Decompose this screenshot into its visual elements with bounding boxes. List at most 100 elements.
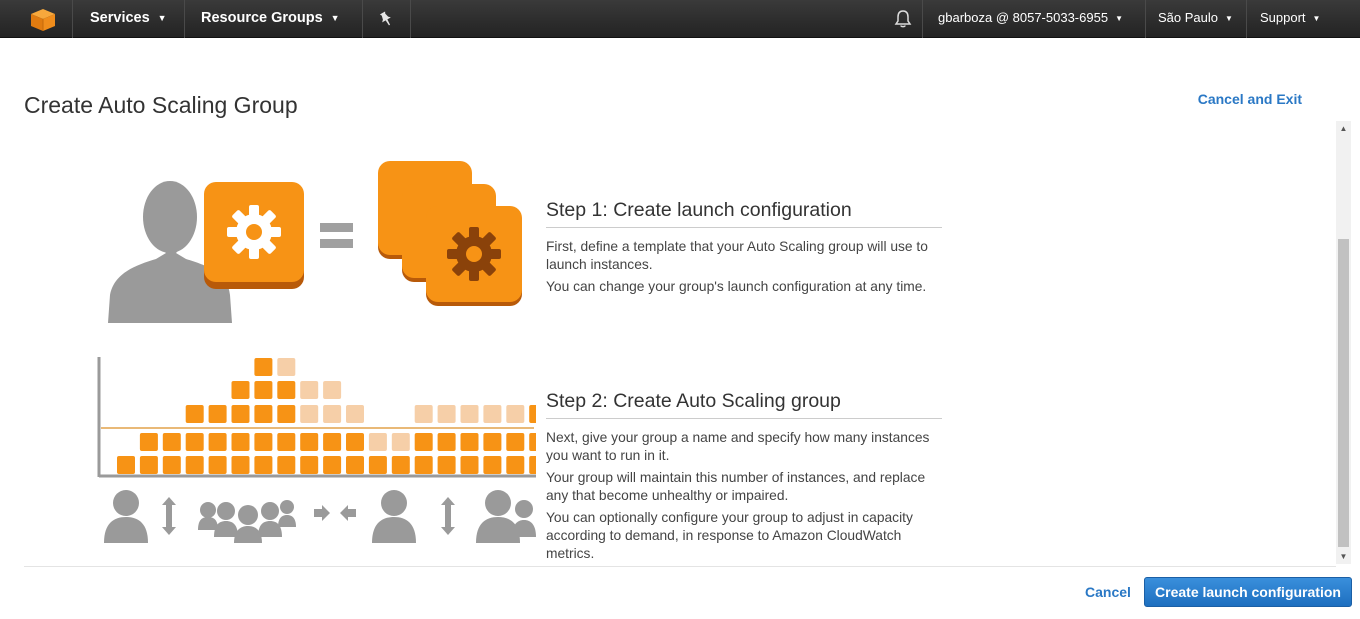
instance-block (254, 358, 273, 376)
cancel-button[interactable]: Cancel (1085, 584, 1131, 600)
instance-block (231, 456, 250, 474)
instance-block (483, 405, 502, 423)
instance-block (162, 456, 181, 474)
instance-block (437, 456, 456, 474)
instance-block (368, 433, 387, 451)
resource-groups-label: Resource Groups (201, 10, 323, 26)
step-2-heading: Step 2: Create Auto Scaling group (546, 390, 942, 419)
chevron-down-icon: ▼ (1312, 14, 1321, 23)
instance-block (414, 433, 433, 451)
instance-block (277, 358, 296, 376)
instance-block (346, 405, 364, 423)
instance-block (185, 456, 204, 474)
nav-divider (1246, 0, 1247, 38)
instance-block (483, 456, 502, 474)
instance-block (139, 433, 158, 451)
instance-block (117, 456, 135, 474)
instance-block (208, 405, 227, 423)
instance-block (300, 405, 319, 423)
gear-icon (227, 205, 281, 259)
instance-block (346, 456, 364, 474)
instance-block (277, 405, 296, 423)
capacity-chart-icon (97, 357, 536, 478)
create-launch-configuration-button[interactable]: Create launch configuration (1144, 577, 1352, 607)
instance-block (529, 405, 536, 423)
instance-block (346, 433, 364, 451)
nav-divider (410, 0, 411, 38)
chevron-down-icon: ▼ (1225, 14, 1233, 23)
instance-block (231, 433, 250, 451)
services-menu[interactable]: Services ▼ (90, 0, 167, 38)
vertical-scrollbar[interactable]: ▲ ▼ (1336, 121, 1351, 564)
instance-block (506, 433, 525, 451)
instance-block (483, 433, 502, 451)
instance-block (208, 433, 227, 451)
instance-block (437, 433, 456, 451)
step-1-paragraph: You can change your group's launch confi… (546, 279, 927, 294)
equals-sign-icon (320, 223, 353, 248)
instance-block (391, 456, 410, 474)
instance-block (323, 381, 342, 399)
step-2-paragraph: Next, give your group a name and specify… (546, 430, 930, 463)
nav-divider (1145, 0, 1146, 38)
aws-cube-icon[interactable] (24, 6, 62, 32)
instance-block (506, 456, 525, 474)
step-2-paragraph: Your group will maintain this number of … (546, 470, 926, 503)
instance-block (414, 405, 433, 423)
step-2-paragraph: You can optionally configure your group … (546, 510, 913, 561)
instance-block (323, 433, 342, 451)
support-menu[interactable]: Support ▼ (1260, 0, 1320, 38)
instance-block (254, 456, 273, 474)
instance-block (254, 433, 273, 451)
services-label: Services (90, 10, 150, 26)
instance-block (277, 456, 296, 474)
step-1-heading: Step 1: Create launch configuration (546, 199, 942, 228)
instance-block (506, 405, 525, 423)
step-1-paragraph: First, define a template that your Auto … (546, 239, 928, 272)
nav-divider (362, 0, 363, 38)
instance-block (185, 405, 204, 423)
people-silhouettes-icon (104, 490, 536, 543)
chevron-down-icon: ▼ (1115, 14, 1123, 23)
instance-block (277, 381, 296, 399)
footer-divider (24, 566, 1336, 567)
gear-icon (447, 227, 501, 281)
scrollbar-thumb[interactable] (1338, 239, 1349, 547)
account-menu[interactable]: gbarboza @ 8057-5033-6955 ▼ (938, 0, 1123, 38)
region-label: São Paulo (1158, 10, 1218, 25)
instance-block (368, 456, 387, 474)
instance-block (460, 456, 479, 474)
instance-block (529, 433, 536, 451)
pin-icon[interactable] (378, 11, 394, 27)
resource-groups-menu[interactable]: Resource Groups ▼ (201, 0, 340, 38)
nav-divider (184, 0, 185, 38)
instance-block (460, 405, 479, 423)
instance-block (300, 433, 319, 451)
region-menu[interactable]: São Paulo ▼ (1158, 0, 1233, 38)
nav-divider (72, 0, 73, 38)
instance-block (437, 405, 456, 423)
page-title: Create Auto Scaling Group (24, 92, 298, 118)
instance-block (254, 405, 273, 423)
instance-block (254, 381, 273, 399)
cancel-and-exit-link[interactable]: Cancel and Exit (1198, 91, 1302, 107)
instance-block (208, 456, 227, 474)
instance-block (277, 433, 296, 451)
instance-block (323, 405, 342, 423)
bell-icon[interactable] (894, 9, 912, 29)
chevron-down-icon: ▼ (330, 13, 340, 23)
instance-block (300, 381, 319, 399)
instance-stack-icon (378, 161, 522, 306)
scroll-down-icon[interactable]: ▼ (1336, 549, 1351, 564)
scroll-up-icon[interactable]: ▲ (1336, 121, 1351, 136)
instance-block (231, 381, 250, 399)
launch-configuration-illustration (108, 161, 522, 323)
account-label: gbarboza @ 8057-5033-6955 (938, 10, 1109, 25)
instance-block (460, 433, 479, 451)
step-1-section: Step 1: Create launch configuration Firs… (546, 199, 942, 300)
instance-block (323, 456, 342, 474)
instance-block (529, 456, 536, 474)
support-label: Support (1260, 10, 1306, 25)
chevron-down-icon: ▼ (157, 13, 167, 23)
nav-divider (922, 0, 923, 38)
